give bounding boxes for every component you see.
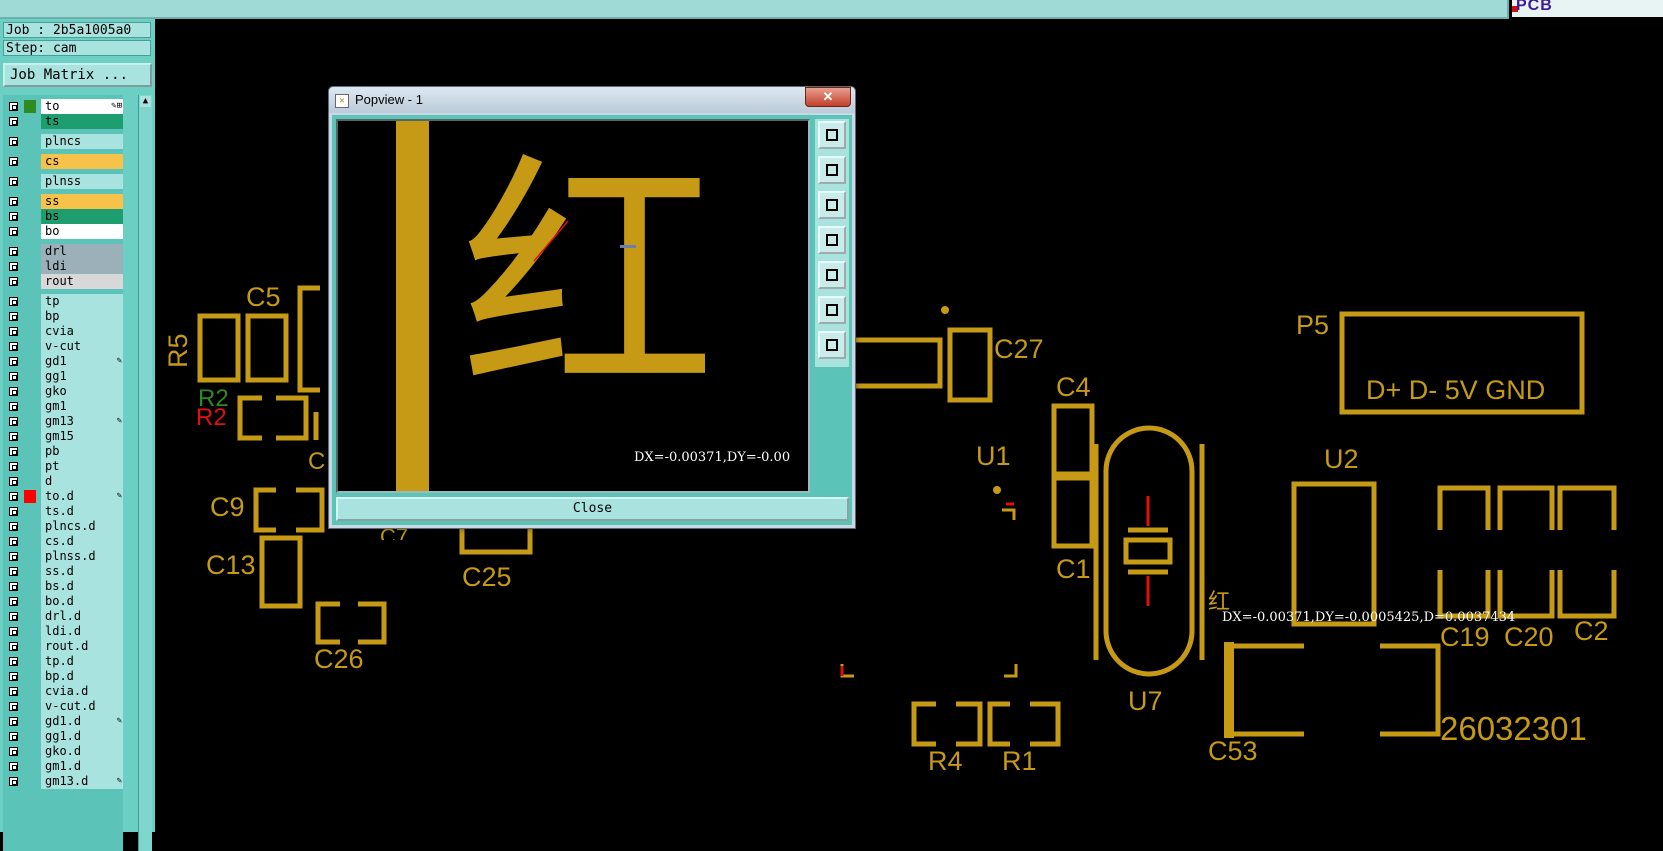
outline-u2 — [1291, 481, 1377, 627]
pad-c4 — [1051, 403, 1095, 477]
popview-titlebar[interactable]: ✕ Popview - 1 — [329, 87, 855, 113]
zoom-window-icon — [826, 129, 838, 141]
dx-readout: DX=-0.00371,DY=-0.00 — [634, 450, 791, 465]
popview-toolbar — [815, 119, 849, 367]
pad-r5 — [197, 313, 241, 383]
pan-up-icon — [826, 164, 838, 176]
ref-c25: C25 — [462, 562, 512, 592]
ref-r4: R4 — [928, 746, 963, 776]
ref-u7: U7 — [1128, 686, 1163, 716]
via-u1-pin1 — [993, 486, 1001, 494]
p5-pin-labels: D+ D- 5V GND — [1366, 375, 1546, 405]
crystal-plates — [1128, 527, 1168, 575]
ref-r2-red: R2 — [196, 404, 227, 431]
u1-corner-br — [1004, 664, 1018, 678]
ref-c1: C1 — [1056, 554, 1091, 584]
pad-c53 — [1227, 643, 1441, 737]
cursor-mark — [620, 245, 636, 248]
pad-c5 — [245, 313, 289, 383]
pad-c26 — [315, 601, 387, 645]
zoom-home-icon — [826, 339, 838, 351]
zoom-window-button[interactable] — [818, 121, 846, 149]
popview-title: Popview - 1 — [355, 92, 423, 107]
ref-u2: U2 — [1324, 444, 1359, 474]
crystal-u7 — [1123, 537, 1173, 565]
popview-dialog: ✕ Popview - 1 ✕ 红 DX=-0.00371,DY=-0.00 C… — [328, 86, 856, 529]
ref-c27: C27 — [994, 334, 1044, 364]
outline-c5b — [297, 285, 320, 393]
ref-c-partial: C — [308, 448, 326, 475]
u1-corner-bl — [840, 664, 854, 678]
ref-c53: C53 — [1208, 736, 1258, 766]
ref-c20: C20 — [1504, 622, 1554, 652]
pan-right-icon — [826, 269, 838, 281]
zoom-home-button[interactable] — [818, 331, 846, 359]
ref-c5: C5 — [246, 282, 281, 312]
pan-left-icon — [826, 234, 838, 246]
u1-corner — [1002, 508, 1016, 520]
zoom-fit-icon — [826, 304, 838, 316]
ref-r1: R1 — [1002, 746, 1037, 776]
pad-r2 — [237, 395, 309, 441]
popview-canvas[interactable]: 红 DX=-0.00371,DY=-0.00 — [336, 119, 810, 493]
ref-c2: C2 — [1574, 616, 1609, 646]
pad-c13 — [259, 535, 303, 609]
pad-r4 — [911, 701, 983, 747]
ref-p5: P5 — [1296, 310, 1330, 340]
outline-u7-side — [1093, 444, 1205, 660]
outline-u7 — [1103, 425, 1195, 677]
ref-c26: C26 — [314, 644, 364, 674]
pad-c25 — [459, 526, 533, 555]
pan-up-button[interactable] — [818, 156, 846, 184]
measure-readout: DX=-0.00371,DY=-0.0005425,D=0.0037434 — [1222, 610, 1516, 625]
pan-down-icon — [826, 199, 838, 211]
via-1 — [941, 306, 949, 314]
popview-body: 红 DX=-0.00371,DY=-0.00 Close — [332, 115, 852, 525]
ref-c13: C13 — [206, 550, 256, 580]
ref-c4: C4 — [1056, 372, 1091, 402]
pad-c1 — [1051, 475, 1095, 549]
pad-c27 — [947, 327, 993, 403]
board-id: 26032301 — [1440, 710, 1587, 747]
pad-c20 — [1497, 485, 1555, 619]
pad-c2 — [1557, 485, 1617, 619]
zoom-view: 红 — [396, 121, 716, 491]
pan-right-button[interactable] — [818, 261, 846, 289]
close-button[interactable]: Close — [336, 497, 849, 521]
ref-r5: R5 — [163, 333, 193, 368]
ref-c9: C9 — [210, 492, 245, 522]
pad-r1 — [987, 701, 1061, 747]
pan-down-button[interactable] — [818, 191, 846, 219]
zoomed-trace — [396, 121, 429, 491]
zoomed-glyph: 红 — [460, 132, 716, 430]
app-icon: ✕ — [335, 94, 349, 108]
pad-c9 — [253, 487, 325, 533]
ref-u1: U1 — [976, 441, 1011, 471]
close-x-button[interactable]: ✕ — [805, 87, 851, 107]
trace-c27 — [856, 337, 943, 389]
ref-c19: C19 — [1440, 622, 1490, 652]
pan-left-button[interactable] — [818, 226, 846, 254]
pad-c53-fill — [1224, 642, 1234, 738]
zoom-fit-button[interactable] — [818, 296, 846, 324]
pad-c19 — [1437, 485, 1491, 619]
